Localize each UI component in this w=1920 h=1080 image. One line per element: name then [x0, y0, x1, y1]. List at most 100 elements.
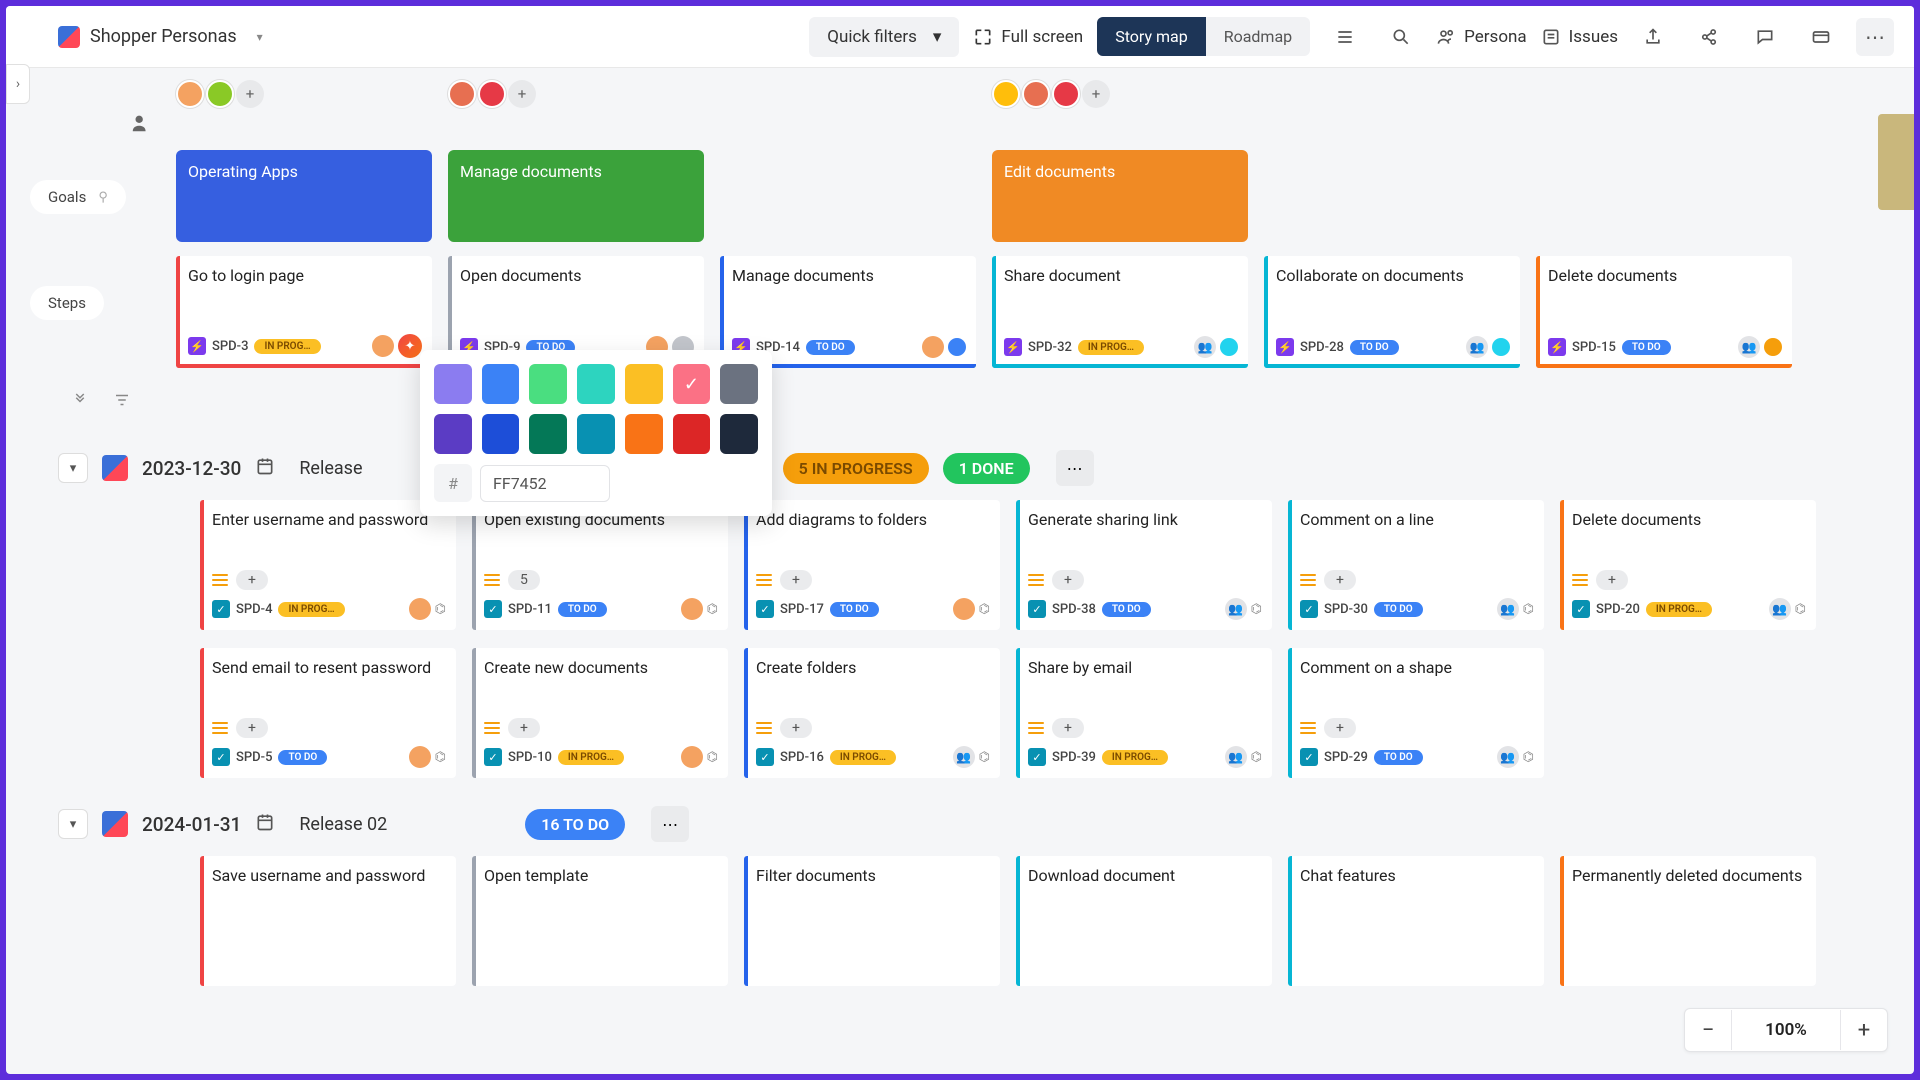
- color-swatch[interactable]: [482, 364, 520, 404]
- add-button[interactable]: +: [1324, 718, 1356, 738]
- color-swatch[interactable]: [625, 414, 663, 454]
- story-card[interactable]: Download document: [1016, 856, 1272, 986]
- story-card[interactable]: Share by email+✓SPD-39IN PROG…👥⌬: [1016, 648, 1272, 778]
- avatar[interactable]: [1022, 80, 1050, 108]
- story-card[interactable]: Permanently deleted documents: [1560, 856, 1816, 986]
- assignee-avatar[interactable]: [409, 746, 431, 768]
- assignee-avatar[interactable]: [681, 746, 703, 768]
- color-swatch[interactable]: [529, 364, 567, 404]
- link-icon[interactable]: [1688, 16, 1730, 58]
- color-swatch[interactable]: [434, 414, 472, 454]
- quick-filters-button[interactable]: Quick filters ▾: [809, 17, 959, 57]
- story-card[interactable]: Filter documents: [744, 856, 1000, 986]
- zoom-in-button[interactable]: +: [1841, 1009, 1887, 1051]
- add-button[interactable]: +: [780, 718, 812, 738]
- add-button[interactable]: +: [780, 570, 812, 590]
- add-button[interactable]: 5: [508, 570, 540, 590]
- collapse-release-button[interactable]: ▾: [58, 453, 88, 483]
- add-button[interactable]: +: [1324, 570, 1356, 590]
- goal-card[interactable]: Edit documents: [992, 150, 1248, 242]
- add-persona-button[interactable]: +: [508, 80, 536, 108]
- color-swatch[interactable]: [625, 364, 663, 404]
- add-persona-button[interactable]: +: [236, 80, 264, 108]
- story-card[interactable]: Delete documents+✓SPD-20IN PROG…👥⌬: [1560, 500, 1816, 630]
- color-swatch[interactable]: ✓: [673, 364, 711, 404]
- board-selector[interactable]: Shopper Personas ▾: [58, 26, 263, 48]
- release-more-button[interactable]: ⋯: [651, 806, 689, 842]
- story-map-tab[interactable]: Story map: [1097, 17, 1206, 56]
- persona-group-icon[interactable]: 👥: [1225, 746, 1247, 768]
- step-card[interactable]: Go to login page⚡SPD-3IN PROG…✦: [176, 256, 432, 368]
- add-button[interactable]: +: [1052, 570, 1084, 590]
- collapse-release-button[interactable]: ▾: [58, 809, 88, 839]
- persona-silhouette-icon[interactable]: [128, 110, 154, 136]
- hex-input[interactable]: [480, 465, 610, 502]
- persona-group-icon[interactable]: 👥: [1497, 598, 1519, 620]
- story-card[interactable]: Send email to resent password+✓SPD-5TO D…: [200, 648, 456, 778]
- zoom-out-button[interactable]: −: [1685, 1009, 1731, 1051]
- goal-card[interactable]: Manage documents: [448, 150, 704, 242]
- assignee-avatar[interactable]: [409, 598, 431, 620]
- roadmap-tab[interactable]: Roadmap: [1206, 17, 1310, 56]
- avatar[interactable]: [448, 80, 476, 108]
- add-button[interactable]: +: [1052, 718, 1084, 738]
- add-persona-button[interactable]: +: [1082, 80, 1110, 108]
- add-button[interactable]: +: [236, 718, 268, 738]
- persona-button[interactable]: Persona: [1436, 27, 1527, 47]
- filter-icon[interactable]: [108, 386, 136, 414]
- add-button[interactable]: +: [508, 718, 540, 738]
- story-card[interactable]: Create new documents+✓SPD-10IN PROG…⌬: [472, 648, 728, 778]
- add-button[interactable]: +: [1596, 570, 1628, 590]
- story-card[interactable]: Save username and password: [200, 856, 456, 986]
- release-more-button[interactable]: ⋯: [1056, 450, 1094, 486]
- avatar[interactable]: [478, 80, 506, 108]
- comment-icon[interactable]: [1744, 16, 1786, 58]
- persona-group-icon[interactable]: 👥: [1225, 598, 1247, 620]
- avatar[interactable]: [176, 80, 204, 108]
- color-swatch[interactable]: [482, 414, 520, 454]
- avatar[interactable]: [992, 80, 1020, 108]
- color-swatch[interactable]: [720, 414, 758, 454]
- avatar[interactable]: [206, 80, 234, 108]
- color-swatch[interactable]: [720, 364, 758, 404]
- assignee-avatar[interactable]: [922, 336, 944, 358]
- filter-icon[interactable]: ⚲: [98, 190, 108, 205]
- persona-group-icon[interactable]: 👥: [1738, 336, 1760, 358]
- expand-sidebar-button[interactable]: ›: [6, 64, 30, 104]
- story-card[interactable]: Create folders+✓SPD-16IN PROG…👥⌬: [744, 648, 1000, 778]
- assignee-avatar[interactable]: [953, 598, 975, 620]
- list-icon[interactable]: [1324, 16, 1366, 58]
- add-button[interactable]: +: [236, 570, 268, 590]
- story-card[interactable]: Open existing documents5✓SPD-11TO DO⌬: [472, 500, 728, 630]
- avatar[interactable]: [1052, 80, 1080, 108]
- assignee-avatar[interactable]: [681, 598, 703, 620]
- full-screen-button[interactable]: Full screen: [973, 27, 1083, 47]
- search-icon[interactable]: [1380, 16, 1422, 58]
- persona-group-icon[interactable]: 👥: [1194, 336, 1216, 358]
- more-icon[interactable]: ⋯: [1856, 18, 1894, 56]
- card-icon[interactable]: [1800, 16, 1842, 58]
- persona-group-icon[interactable]: 👥: [1769, 598, 1791, 620]
- color-swatch[interactable]: [434, 364, 472, 404]
- story-card[interactable]: Comment on a line+✓SPD-30TO DO👥⌬: [1288, 500, 1544, 630]
- story-card[interactable]: Comment on a shape+✓SPD-29TO DO👥⌬: [1288, 648, 1544, 778]
- color-swatch[interactable]: [673, 414, 711, 454]
- collapse-all-icon[interactable]: [66, 386, 94, 414]
- step-card[interactable]: Collaborate on documents⚡SPD-28TO DO👥: [1264, 256, 1520, 368]
- color-swatch[interactable]: [577, 364, 615, 404]
- story-card[interactable]: Add diagrams to folders+✓SPD-17TO DO⌬: [744, 500, 1000, 630]
- color-swatch[interactable]: [529, 414, 567, 454]
- color-swatch[interactable]: [577, 414, 615, 454]
- story-card[interactable]: Enter username and password+✓SPD-4IN PRO…: [200, 500, 456, 630]
- persona-group-icon[interactable]: 👥: [1466, 336, 1488, 358]
- story-card[interactable]: Open template: [472, 856, 728, 986]
- assignee-avatar[interactable]: [372, 335, 394, 357]
- step-card[interactable]: Delete documents⚡SPD-15TO DO👥: [1536, 256, 1792, 368]
- step-card[interactable]: Share document⚡SPD-32IN PROG…👥: [992, 256, 1248, 368]
- issues-button[interactable]: Issues: [1541, 27, 1618, 47]
- story-card[interactable]: Chat features: [1288, 856, 1544, 986]
- persona-group-icon[interactable]: 👥: [953, 746, 975, 768]
- calendar-icon[interactable]: [255, 812, 275, 837]
- calendar-icon[interactable]: [255, 456, 275, 481]
- goal-card[interactable]: Operating Apps: [176, 150, 432, 242]
